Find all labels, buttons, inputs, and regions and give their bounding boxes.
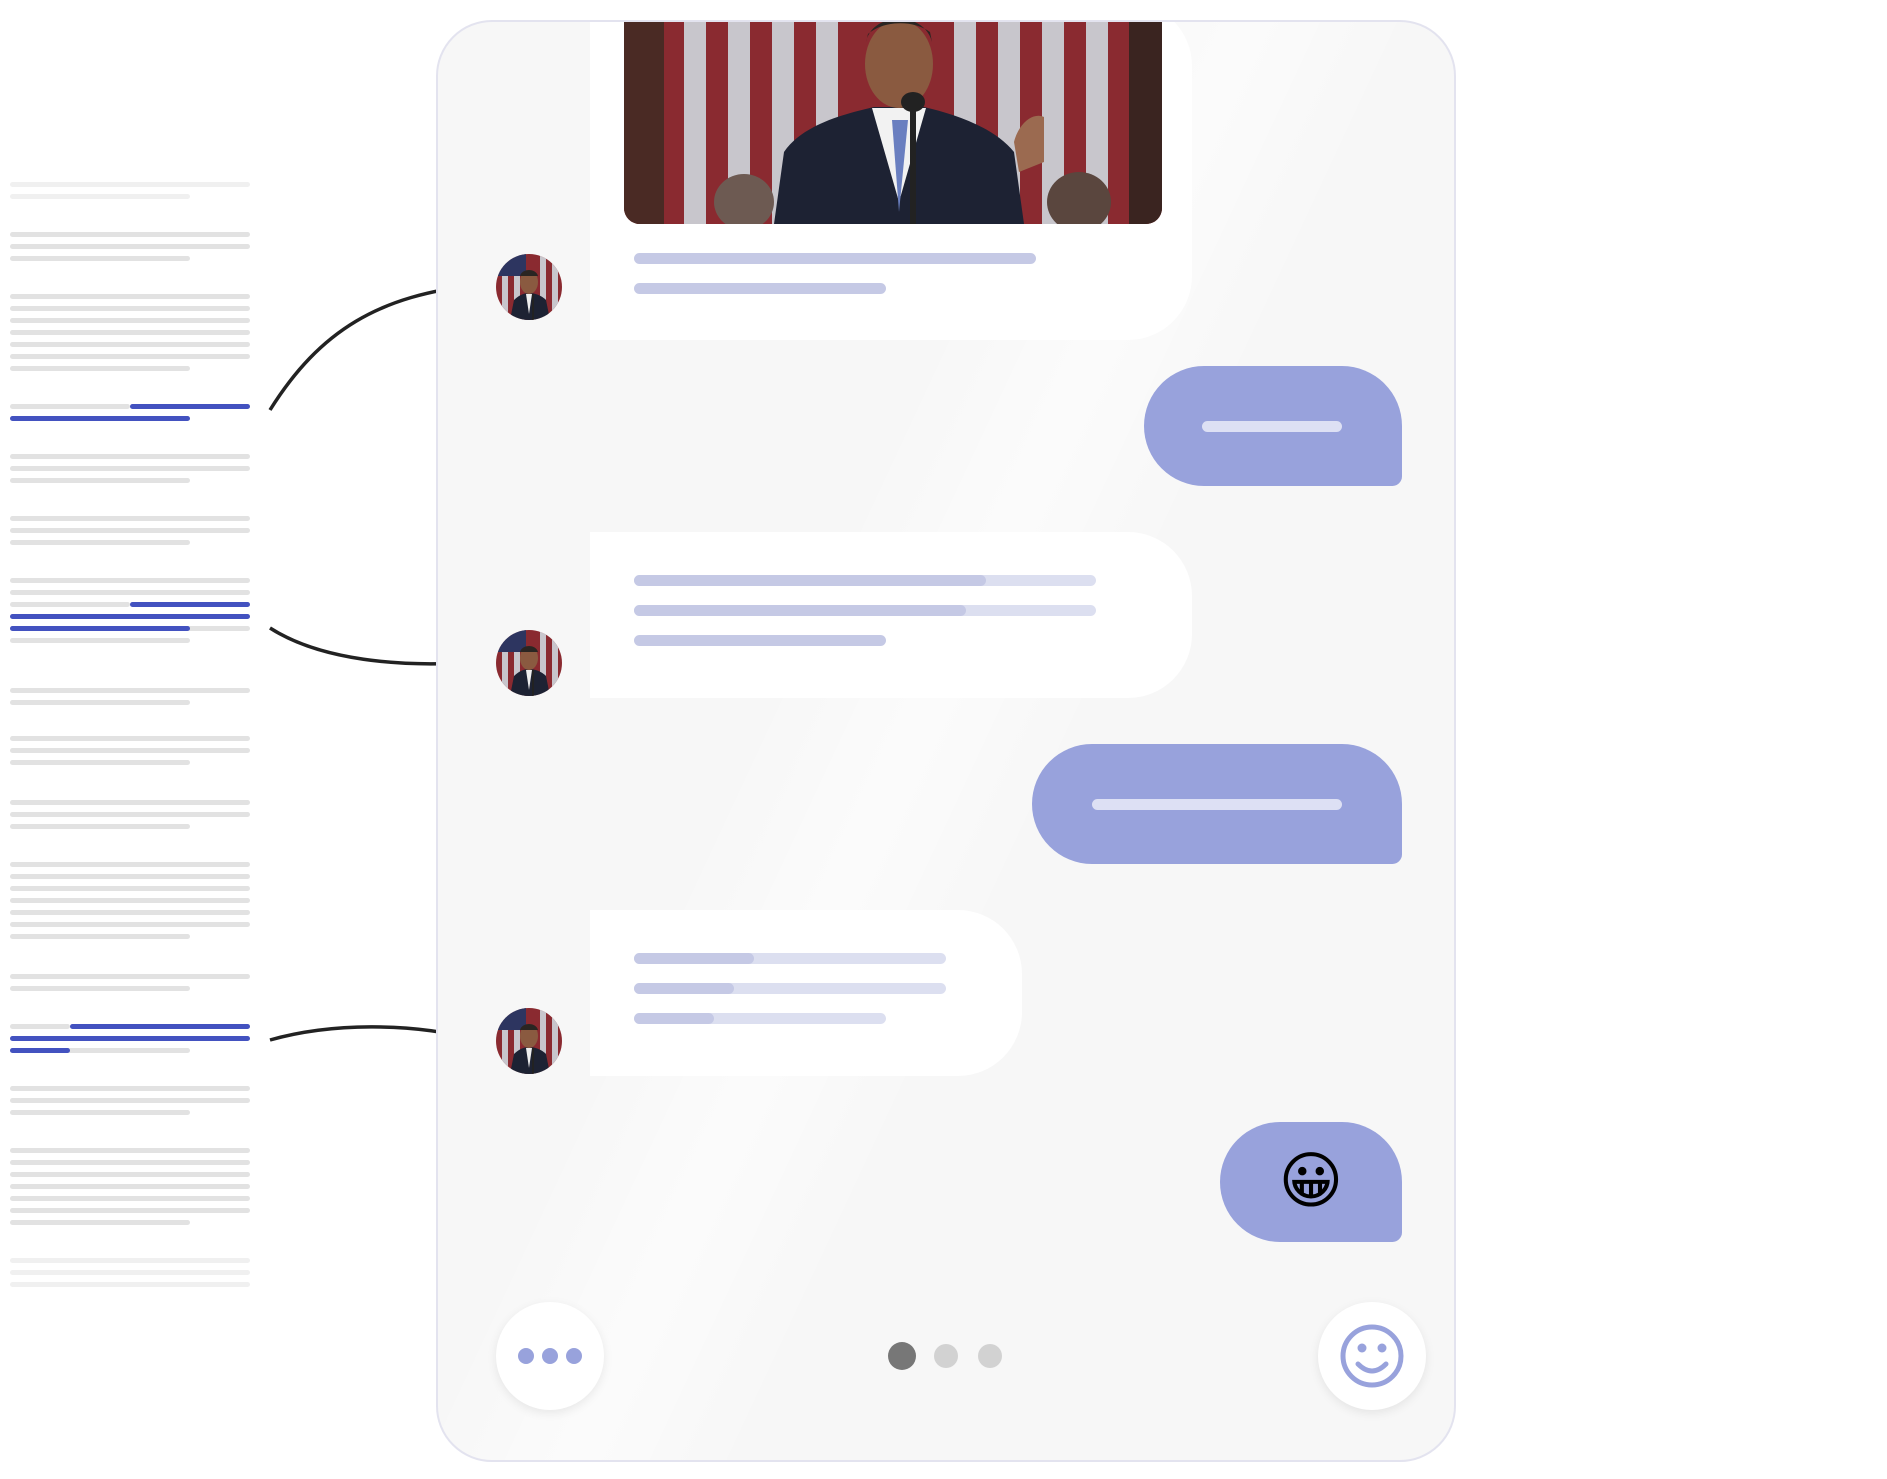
speaker-photo xyxy=(624,22,1162,224)
text-line-read xyxy=(634,983,734,994)
text-line-read xyxy=(634,1013,714,1024)
outgoing-message-1[interactable] xyxy=(1144,366,1402,486)
caption-line-1 xyxy=(634,253,1036,264)
outgoing-text-line xyxy=(1092,799,1342,810)
incoming-text-message-1[interactable] xyxy=(590,532,1192,698)
outgoing-message-2[interactable] xyxy=(1032,744,1402,864)
text-line-read xyxy=(634,575,986,586)
page-dot-active[interactable] xyxy=(888,1342,916,1370)
speaker-avatar-3 xyxy=(496,1008,562,1074)
text-line xyxy=(634,635,886,646)
outgoing-text-line xyxy=(1202,421,1342,432)
caption-line-2 xyxy=(634,283,886,294)
text-line-read xyxy=(634,953,754,964)
text-line-read xyxy=(634,605,966,616)
incoming-image-message[interactable] xyxy=(590,22,1192,340)
more-options-button[interactable] xyxy=(496,1302,604,1410)
speaker-avatar-1 xyxy=(496,254,562,320)
ellipsis-icon xyxy=(518,1348,582,1364)
speaker-avatar-2 xyxy=(496,630,562,696)
grinning-face-emoji: 😀 xyxy=(1278,1144,1344,1217)
smiley-icon xyxy=(1340,1324,1404,1388)
page-dot[interactable] xyxy=(978,1344,1002,1368)
speaker-portrait-icon xyxy=(496,254,562,320)
chat-phone: 😀 xyxy=(436,20,1456,1462)
speaker-portrait-icon xyxy=(496,630,562,696)
page-dot[interactable] xyxy=(934,1344,958,1368)
emoji-button[interactable] xyxy=(1318,1302,1426,1410)
outgoing-emoji-message[interactable]: 😀 xyxy=(1220,1122,1402,1242)
speaker-portrait-icon xyxy=(496,1008,562,1074)
incoming-text-message-2[interactable] xyxy=(590,910,1022,1076)
